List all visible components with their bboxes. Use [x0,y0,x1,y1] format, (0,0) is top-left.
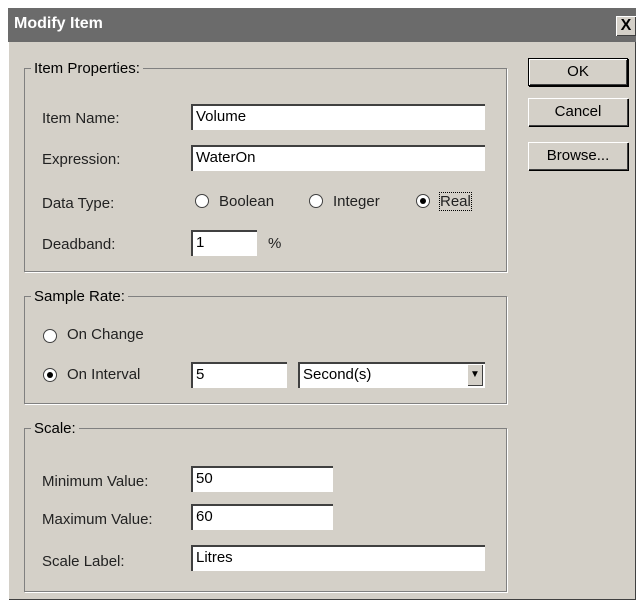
interval-value-field[interactable]: 5 [191,362,287,388]
deadband-field[interactable]: 1 [191,230,257,256]
scale-label-label: Scale Label: [42,553,125,570]
ok-button[interactable]: OK [528,58,628,86]
title-bar: Modify Item X [8,8,636,42]
cancel-button[interactable]: Cancel [528,98,628,126]
boolean-radio-icon[interactable] [195,194,209,208]
item-name-label: Item Name: [42,110,120,127]
modify-item-dialog: Modify Item X Item Properties: Item Name… [8,8,636,600]
real-option-label[interactable]: Real [439,192,472,211]
expression-label: Expression: [42,151,121,168]
max-value-label: Maximum Value: [42,511,153,528]
on-interval-label[interactable]: On Interval [67,366,140,383]
deadband-unit: % [268,235,282,252]
item-name-field[interactable]: Volume [191,104,485,130]
min-value-label: Minimum Value: [42,473,149,490]
boolean-option-label[interactable]: Boolean [219,193,274,210]
dialog-title: Modify Item [14,15,103,32]
interval-unit-select[interactable]: Second(s) ▼ [298,362,485,388]
on-interval-radio-icon[interactable] [43,368,57,382]
min-value-field[interactable]: 50 [191,466,333,492]
integer-option-label[interactable]: Integer [333,193,380,210]
scale-label-field[interactable]: Litres [191,545,485,571]
close-icon: X [620,17,632,34]
sample-rate-legend: Sample Rate: [34,288,125,305]
integer-radio-icon[interactable] [309,194,323,208]
interval-unit-value: Second(s) [303,366,372,383]
data-type-label: Data Type: [42,195,115,212]
on-change-label[interactable]: On Change [67,326,144,343]
expression-field[interactable]: WaterOn [191,145,485,171]
real-radio-icon[interactable] [416,194,430,208]
close-button[interactable]: X [616,16,636,36]
scale-legend: Scale: [34,420,76,437]
max-value-field[interactable]: 60 [191,504,333,530]
browse-button[interactable]: Browse... [528,142,628,170]
on-change-radio-icon[interactable] [43,329,57,343]
item-properties-legend: Item Properties: [34,60,140,77]
deadband-label: Deadband: [42,236,116,253]
chevron-down-icon[interactable]: ▼ [467,364,483,386]
